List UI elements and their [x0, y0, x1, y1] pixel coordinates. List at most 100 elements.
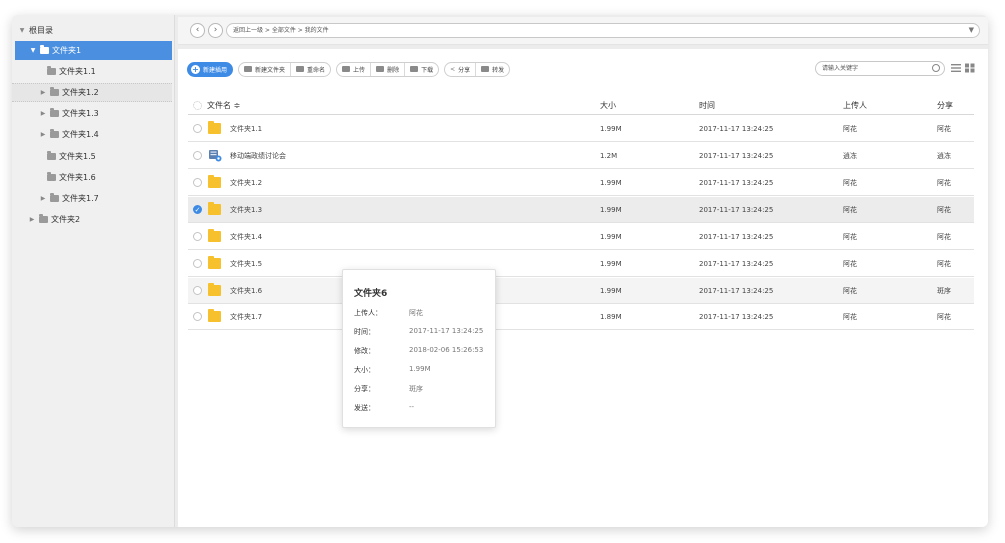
- table-row[interactable]: 文件夹1.2 1.99M 2017-11-17 13:24:25 阿花 阿花: [188, 170, 974, 196]
- tree-item-folder1-1[interactable]: 文件夹1.1: [12, 62, 172, 81]
- back-button[interactable]: ‹: [190, 23, 205, 38]
- file-name[interactable]: 文件夹1.3: [230, 197, 262, 223]
- file-size: 1.99M: [600, 179, 622, 187]
- file-uploader: 阿花: [843, 313, 857, 321]
- row-checkbox[interactable]: [193, 232, 202, 241]
- main-panel: ‹ › 返回上一级 > 全部文件 > 我的文件 ▼ + 新建插用 新建文件夹 重…: [178, 15, 988, 527]
- row-checkbox-checked[interactable]: ✓: [193, 205, 202, 214]
- tooltip-value: 斑序: [409, 385, 423, 393]
- tree-item-folder1-6[interactable]: 文件夹1.6: [12, 168, 172, 187]
- folder-icon: [47, 172, 56, 181]
- file-share: 阿花: [937, 260, 951, 268]
- chevron-down-icon[interactable]: ▼: [18, 27, 26, 34]
- tooltip-send: 发送： --: [354, 403, 414, 413]
- column-name[interactable]: 文件名 ≑: [207, 97, 240, 115]
- transfer-button[interactable]: 转发: [476, 63, 509, 76]
- download-button[interactable]: 下载: [405, 63, 438, 76]
- trash-icon: [376, 66, 385, 72]
- row-checkbox[interactable]: [193, 151, 202, 160]
- tooltip-share: 分享： 斑序: [354, 384, 423, 394]
- chevron-down-icon[interactable]: ▼: [969, 24, 974, 37]
- tree-item-folder1-4[interactable]: ▶ 文件夹1.4: [12, 125, 172, 144]
- file-action-group: 新建文件夹 重命名: [238, 61, 332, 77]
- app-window: ▼ 根目录 ▼ 文件夹1 文件夹1.1 ▶ 文件夹1.2 ▶ 文件夹1.3 ▶ …: [12, 15, 988, 527]
- new-button[interactable]: + 新建插用: [187, 61, 234, 77]
- tree-item-folder2[interactable]: ▶ 文件夹2: [12, 210, 172, 229]
- file-name[interactable]: 移动端政绩讨论会: [230, 143, 286, 169]
- row-checkbox[interactable]: [193, 178, 202, 187]
- column-time: 时间: [699, 101, 715, 110]
- new-button-label: 新建插用: [203, 66, 228, 74]
- tree-root[interactable]: ▼ 根目录: [12, 21, 172, 40]
- file-name[interactable]: 文件夹1.4: [230, 224, 262, 250]
- tree-expander-icon[interactable]: ▶: [39, 131, 47, 138]
- new-folder-button[interactable]: 新建文件夹: [239, 62, 292, 76]
- table-row[interactable]: ✓ 文件夹1.3 1.99M 2017-11-17 13:24:25 阿花 阿花: [188, 197, 974, 223]
- file-time: 2017-11-17 13:24:25: [699, 260, 774, 268]
- grid-view-icon[interactable]: [965, 63, 975, 73]
- table-row[interactable]: 文件夹1.5 1.99M 2017-11-17 13:24:25 阿花 阿花: [188, 251, 974, 277]
- file-uploader: 逍冻: [843, 152, 857, 160]
- file-share: 阿花: [937, 179, 951, 187]
- file-name[interactable]: 文件夹1.6: [230, 278, 262, 304]
- rename-label: 重命名: [307, 66, 326, 74]
- tree-item-label: 文件夹1.2: [62, 88, 99, 97]
- file-uploader: 阿花: [843, 233, 857, 241]
- file-size: 1.89M: [600, 313, 622, 321]
- row-checkbox[interactable]: [193, 312, 202, 321]
- file-name[interactable]: 文件夹1.5: [230, 251, 262, 277]
- row-checkbox[interactable]: [193, 124, 202, 133]
- tree-item-folder1-7[interactable]: ▶ 文件夹1.7: [12, 189, 172, 208]
- tree-expander-icon[interactable]: ▼: [29, 47, 37, 54]
- file-uploader: 阿花: [843, 206, 857, 214]
- row-checkbox[interactable]: [193, 259, 202, 268]
- folder-tree-sidebar: ▼ 根目录 ▼ 文件夹1 文件夹1.1 ▶ 文件夹1.2 ▶ 文件夹1.3 ▶ …: [12, 15, 175, 527]
- tree-item-label: 文件夹1.3: [62, 109, 99, 118]
- column-size: 大小: [600, 101, 616, 110]
- tree-expander-icon[interactable]: ▶: [39, 89, 47, 96]
- folder-icon: [50, 129, 59, 138]
- forward-button[interactable]: ›: [208, 23, 223, 38]
- tree-expander-icon[interactable]: ▶: [39, 110, 47, 117]
- tree-item-label: 文件夹1.7: [62, 194, 99, 203]
- tree-item-folder1-5[interactable]: 文件夹1.5: [12, 147, 172, 166]
- column-uploader: 上传人: [843, 101, 867, 110]
- search-icon[interactable]: [932, 64, 940, 72]
- select-all-checkbox[interactable]: [193, 101, 202, 110]
- share-icon: <: [450, 65, 456, 73]
- tooltip-label: 分享：: [354, 385, 375, 393]
- tree-item-folder1-3[interactable]: ▶ 文件夹1.3: [12, 104, 172, 123]
- delete-button[interactable]: 删除: [371, 62, 406, 76]
- tree-item-folder1-2[interactable]: ▶ 文件夹1.2: [12, 83, 172, 102]
- file-uploader: 阿花: [843, 260, 857, 268]
- table-row[interactable]: 文件夹1.6 1.99M 2017-11-17 13:24:25 阿花 斑序: [188, 278, 974, 304]
- tree-expander-icon[interactable]: ▶: [39, 195, 47, 202]
- file-uploader: 阿花: [843, 179, 857, 187]
- tree-item-folder1[interactable]: ▼ 文件夹1: [15, 41, 172, 60]
- folder-icon: [47, 151, 56, 160]
- search-input[interactable]: 请输入关键字: [815, 61, 945, 76]
- file-name[interactable]: 文件夹1.1: [230, 116, 262, 142]
- table-row[interactable]: 文件夹1.4 1.99M 2017-11-17 13:24:25 阿花 阿花: [188, 224, 974, 250]
- file-name[interactable]: 文件夹1.2: [230, 170, 262, 196]
- tooltip-modified: 修改： 2018-02-06 15:26:53: [354, 346, 483, 356]
- folder-icon: [50, 193, 59, 202]
- table-header: 文件名 ≑ 大小 时间 上传人 分享: [188, 97, 974, 115]
- table-row[interactable]: 文件夹1.1 1.99M 2017-11-17 13:24:25 阿花 阿花: [188, 116, 974, 142]
- breadcrumb-path[interactable]: 返回上一级 > 全部文件 > 我的文件: [233, 27, 329, 34]
- tooltip-uploader: 上传人： 阿花: [354, 308, 423, 318]
- tree-expander-icon[interactable]: ▶: [28, 216, 36, 223]
- table-row[interactable]: 移动端政绩讨论会 1.2M 2017-11-17 13:24:25 逍冻 逍冻: [188, 143, 974, 169]
- table-row[interactable]: 文件夹1.7 1.89M 2017-11-17 13:24:25 阿花 阿花: [188, 304, 974, 330]
- share-button[interactable]: < 分享: [445, 62, 477, 76]
- breadcrumb[interactable]: 返回上一级 > 全部文件 > 我的文件 ▼: [226, 23, 980, 38]
- file-name[interactable]: 文件夹1.7: [230, 304, 262, 330]
- list-view-icon[interactable]: [951, 63, 961, 73]
- upload-button[interactable]: 上传: [337, 62, 372, 76]
- row-checkbox[interactable]: [193, 286, 202, 295]
- rename-button[interactable]: 重命名: [291, 63, 330, 76]
- tooltip-value: 阿花: [409, 309, 423, 317]
- tree-item-label: 文件夹1.5: [59, 152, 96, 161]
- upload-icon: [342, 66, 351, 72]
- folder-icon: [208, 202, 221, 215]
